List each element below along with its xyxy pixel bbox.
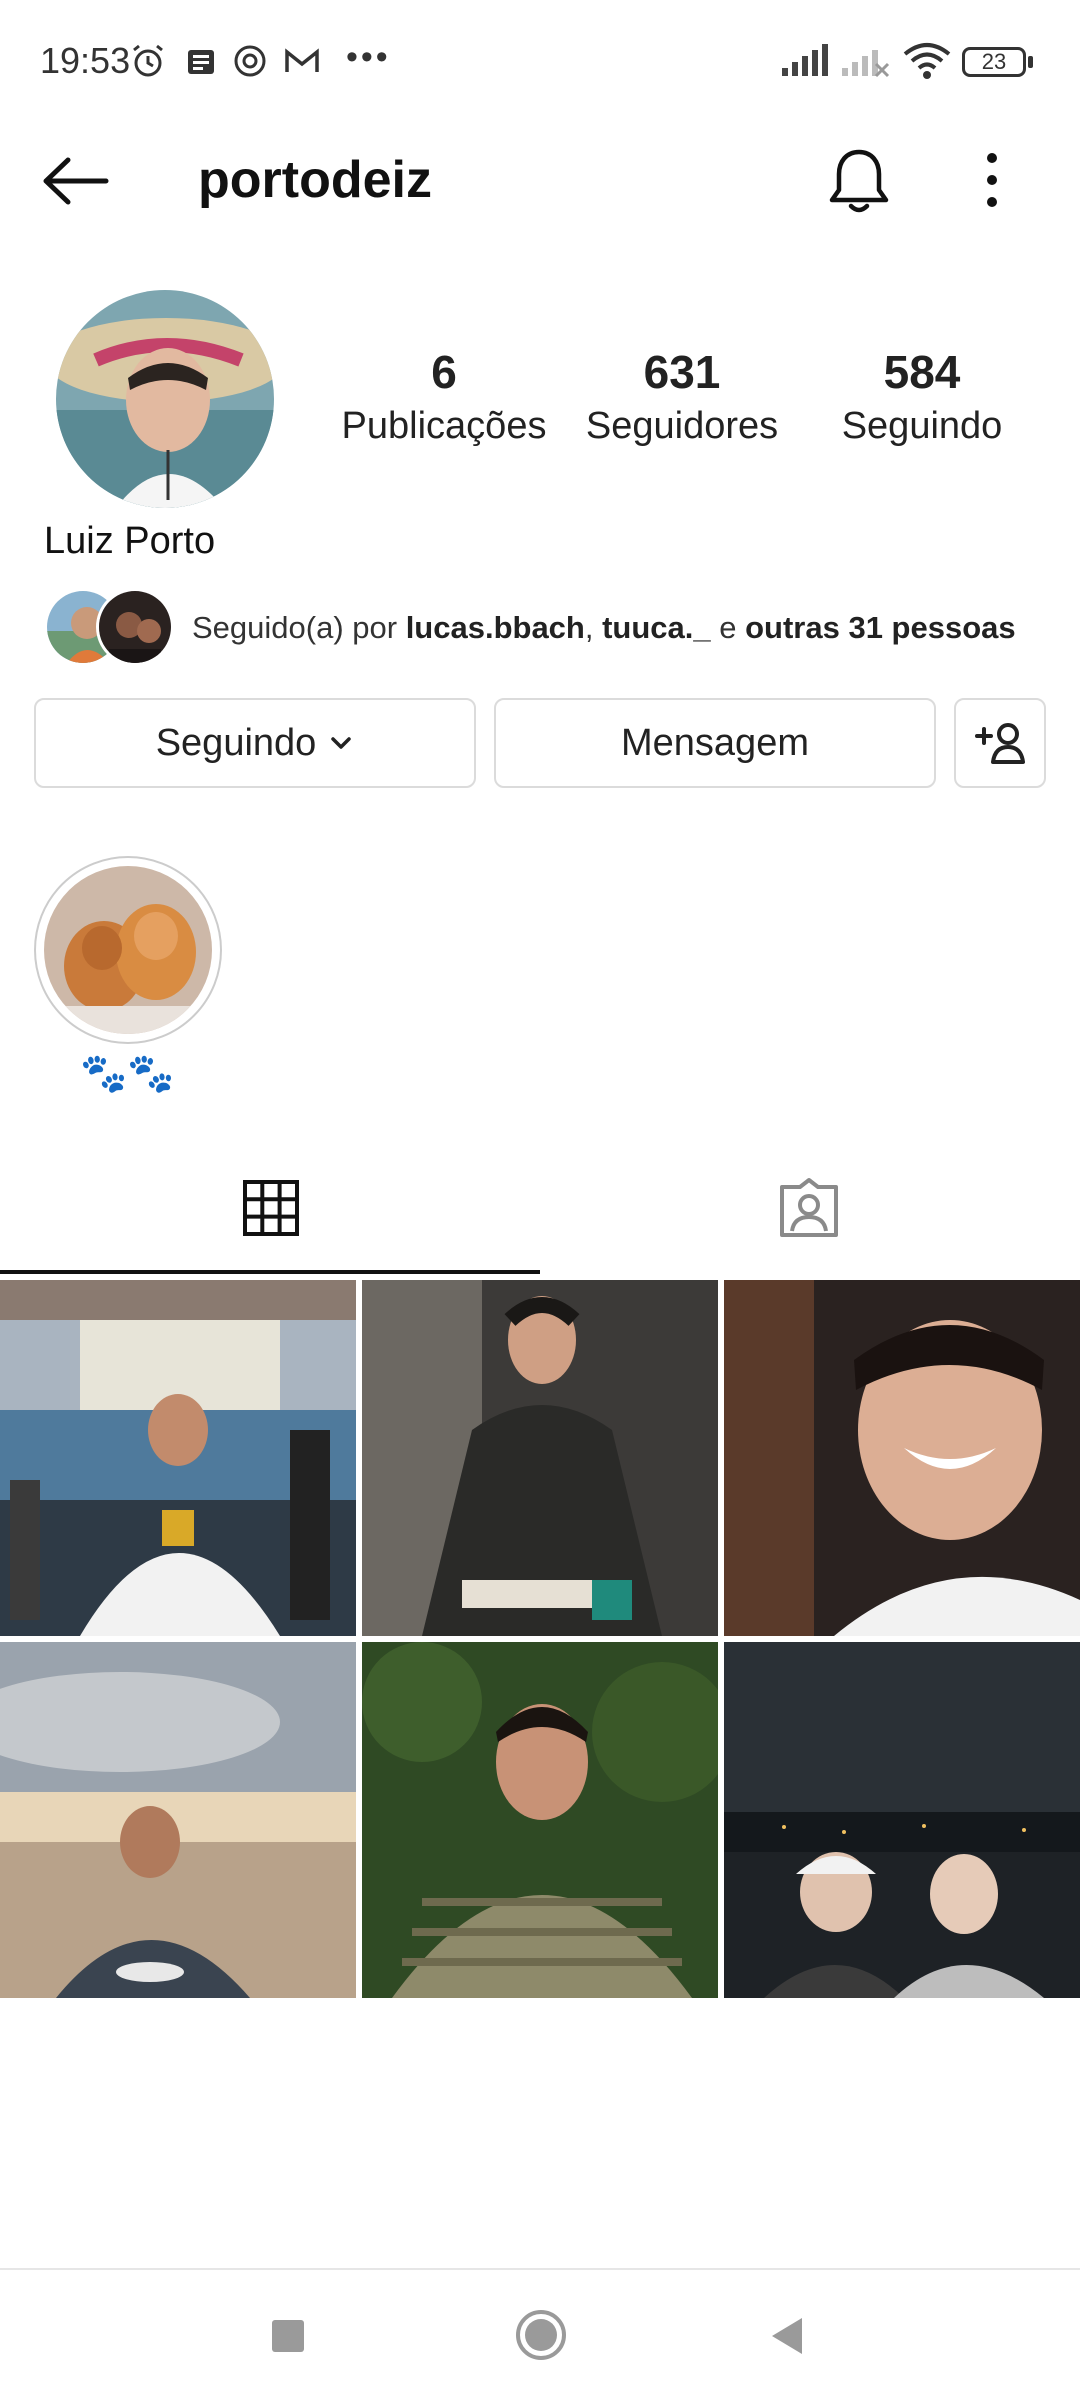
stat-followers-label: Seguidores [585, 405, 779, 447]
highlight-cover [44, 866, 212, 1034]
follower-avatar [96, 588, 174, 666]
profile-header: portodeiz [0, 130, 1080, 230]
message-button-label: Mensagem [621, 721, 809, 764]
stat-posts-value: 6 [431, 346, 457, 398]
more-notifications-icon: ••• [346, 38, 391, 76]
highlight-label: 🐾🐾 [80, 1053, 175, 1095]
stat-following-label: Seguindo [841, 405, 1003, 447]
followed-by-sep: , [584, 610, 603, 645]
stat-following[interactable]: 584 Seguindo [812, 345, 1032, 448]
battery-level: 23 [981, 49, 1007, 74]
signal-icon [782, 44, 828, 76]
status-bar: 19:53 ••• 23 [0, 0, 1080, 130]
gmail-icon [285, 48, 319, 72]
battery-tip [1028, 56, 1033, 68]
active-tab-indicator [0, 1270, 540, 1274]
wifi-icon [903, 43, 951, 79]
following-button[interactable]: Seguindo [34, 698, 476, 788]
tab-tagged[interactable] [540, 1155, 1080, 1273]
message-button[interactable]: Mensagem [494, 698, 936, 788]
followed-by-user1[interactable]: lucas.bbach [406, 610, 585, 645]
followed-by-others[interactable]: outras 31 pessoas [745, 610, 1016, 645]
profile-full-name: Luiz Porto [44, 520, 216, 562]
followed-by-prefix: Seguido(a) por [192, 610, 406, 645]
threads-icon [234, 45, 266, 77]
post-thumbnail[interactable] [362, 1642, 718, 1998]
stat-posts-label: Publicações [341, 405, 547, 447]
followed-by-text: Seguido(a) por lucas.bbach, tuuca._ e ou… [192, 610, 1016, 646]
avatar-photo [56, 290, 274, 508]
profile-avatar[interactable] [56, 290, 274, 508]
followed-by-row[interactable]: Seguido(a) por lucas.bbach, tuuca._ e ou… [44, 588, 1054, 668]
home-icon[interactable] [514, 2308, 568, 2362]
stat-posts[interactable]: 6 Publicações [334, 345, 554, 448]
battery-icon: 23 [962, 47, 1026, 77]
system-nav-bar [0, 2268, 1080, 2402]
chevron-down-icon [331, 737, 352, 749]
news-icon [188, 50, 214, 74]
profile-tabs [0, 1155, 1080, 1275]
tagged-icon [780, 1178, 838, 1237]
followed-by-user2[interactable]: tuuca._ [602, 610, 711, 645]
more-vertical-icon[interactable] [960, 148, 1024, 212]
following-button-label: Seguindo [155, 721, 317, 764]
status-time: 19:53 [40, 40, 131, 81]
alarm-icon [133, 44, 163, 77]
followed-by-joiner: e [710, 610, 746, 645]
stat-followers[interactable]: 631 Seguidores [572, 345, 792, 448]
story-highlight[interactable] [34, 856, 222, 1044]
post-thumbnail[interactable] [724, 1280, 1080, 1636]
tab-grid[interactable] [0, 1155, 540, 1273]
grid-icon [243, 1180, 299, 1236]
back-arrow-icon[interactable] [40, 156, 110, 206]
back-nav-icon[interactable] [766, 2314, 810, 2358]
signal-2-icon [842, 50, 890, 78]
stat-following-value: 584 [883, 346, 961, 398]
bell-icon[interactable] [826, 146, 892, 216]
post-thumbnail[interactable] [362, 1280, 718, 1636]
stat-followers-value: 631 [643, 346, 721, 398]
add-person-icon [975, 723, 1025, 764]
post-thumbnail[interactable] [0, 1280, 356, 1636]
post-thumbnail[interactable] [0, 1642, 356, 1998]
suggested-users-button[interactable] [954, 698, 1046, 788]
profile-username: portodeiz [198, 151, 432, 209]
post-thumbnail[interactable] [724, 1642, 1080, 1998]
recents-icon[interactable] [268, 2316, 308, 2356]
